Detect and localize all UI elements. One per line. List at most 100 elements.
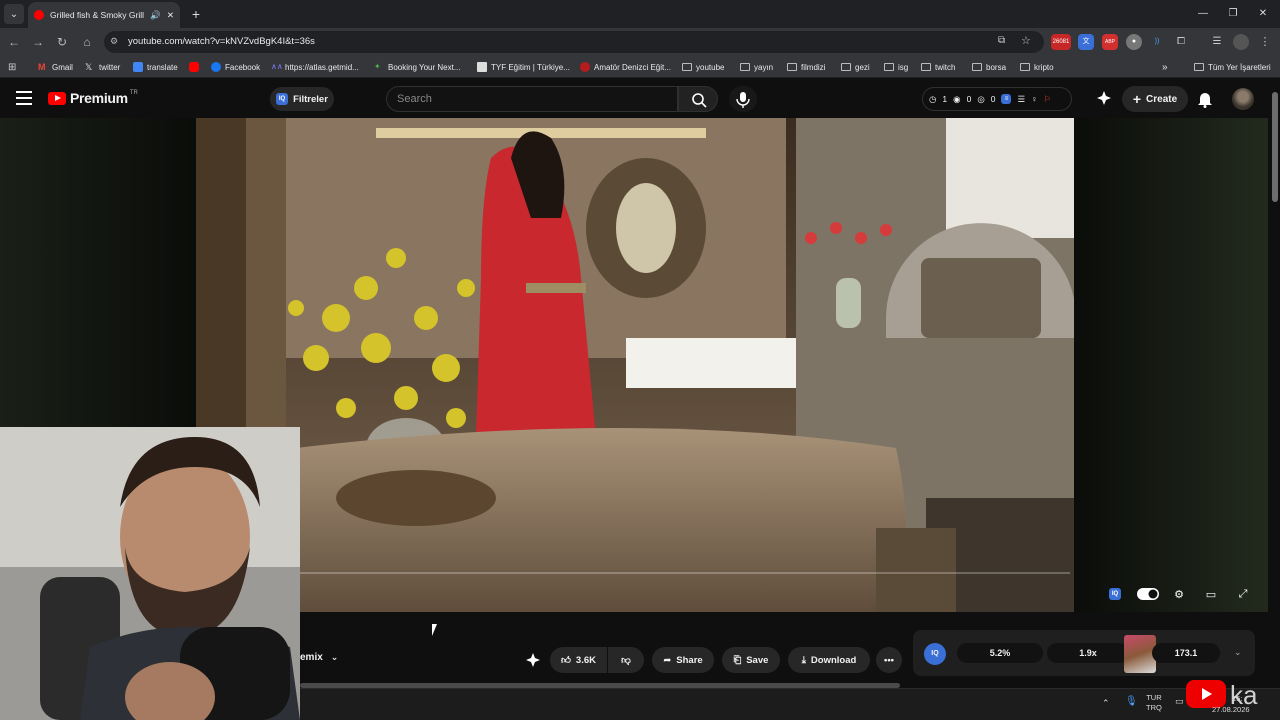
alert-icon[interactable]: ⚐ <box>1043 94 1051 105</box>
page-scrollbar-thumb[interactable] <box>1272 92 1278 202</box>
folder-isg[interactable]: isg <box>884 60 908 74</box>
bookmark-translate[interactable]: translate <box>133 60 178 74</box>
window-close-button[interactable]: ✕ <box>1248 4 1278 24</box>
tray-chevron-up-icon[interactable]: ⌃ <box>1102 698 1110 709</box>
tab-title: Grilled fish & Smoky Grilled <box>50 10 145 20</box>
like-button[interactable]: 👍︎ 3.6K <box>550 647 607 673</box>
autoplay-toggle[interactable] <box>1137 585 1159 603</box>
notifications-bell-icon[interactable] <box>1197 90 1213 108</box>
browser-tab-active[interactable]: Grilled fish & Smoky Grilled 🔊 ✕ <box>28 2 180 28</box>
video-progress-bar[interactable] <box>300 572 1070 574</box>
list-icon[interactable]: ☰ <box>1017 94 1025 105</box>
bookmark-booking[interactable]: ✦ Booking Your Next... <box>374 60 461 74</box>
bookmark-star-icon[interactable]: ☆ <box>1021 34 1031 47</box>
folder-yayin[interactable]: yayın <box>740 60 773 74</box>
download-button[interactable]: ⤓ Download <box>788 647 870 673</box>
folder-icon <box>884 63 894 71</box>
audio-playing-icon[interactable]: 🔊 <box>150 10 161 21</box>
extension-cookie-icon[interactable]: ● <box>1126 34 1142 50</box>
voice-search-button[interactable] <box>729 86 757 112</box>
adblock-icon[interactable]: ABP <box>1102 34 1118 50</box>
youtube-favicon-icon <box>34 10 44 20</box>
bookmark-youtube[interactable] <box>189 60 203 74</box>
restore-button[interactable]: ❐ <box>1218 4 1248 24</box>
create-button[interactable]: + Create <box>1122 86 1188 112</box>
share-button[interactable]: ➦ Share <box>652 647 714 673</box>
address-bar[interactable]: youtube.com/watch?v=kNVZvdBgK4I&t=36s <box>104 31 1044 53</box>
bookmark-atlas[interactable]: ᠎∧∧ https://atlas.getmid... <box>271 60 359 74</box>
iq-player-icon[interactable]: IQ <box>1106 585 1124 603</box>
network-icon[interactable]: ▭ <box>1175 696 1184 707</box>
extension-wave-icon[interactable]: )) <box>1149 34 1165 50</box>
bookmark-tyf[interactable]: TYF Eğitim | Türkiye... <box>477 60 570 74</box>
folder-youtube[interactable]: youtube <box>682 60 724 74</box>
youtube-premium-logo[interactable]: Premium TR <box>48 90 138 106</box>
facebook-icon <box>211 62 221 72</box>
eye-off-icon: ◎ <box>977 93 985 104</box>
folder-icon <box>841 63 851 71</box>
iq-icon[interactable]: ≡ <box>1001 94 1012 104</box>
search-button[interactable] <box>678 86 718 112</box>
account-avatar[interactable] <box>1232 88 1254 110</box>
more-horizontal-icon: ••• <box>884 654 894 666</box>
profile-avatar-icon[interactable] <box>1233 34 1249 50</box>
remix-sparkle-icon[interactable] <box>1096 90 1112 106</box>
install-app-icon[interactable]: ⧉ <box>998 35 1005 46</box>
remix-button[interactable]: emix ⌄ <box>300 652 338 663</box>
minimize-button[interactable]: — <box>1188 4 1218 24</box>
folder-kripto[interactable]: kripto <box>1020 60 1054 74</box>
bookmark-amator[interactable]: Amatör Denizci Eğit... <box>580 60 671 74</box>
microphone-tray-icon[interactable]: 🎙︎ <box>1125 696 1138 707</box>
more-actions-button[interactable]: ••• <box>876 647 902 673</box>
tab-close-icon[interactable]: ✕ <box>167 10 174 21</box>
reading-list-icon[interactable]: ☰ <box>1209 34 1225 50</box>
search-input[interactable]: Search <box>386 86 678 112</box>
hamburger-menu-icon[interactable] <box>16 91 32 105</box>
dislike-button[interactable]: 👎︎ <box>608 647 644 673</box>
mouse-cursor <box>432 624 442 636</box>
share-arrow-icon: ➦ <box>663 654 672 666</box>
youtube-logo-icon <box>48 91 66 105</box>
bookmark-gmail[interactable]: M Gmail <box>38 60 73 74</box>
extension-translate-icon[interactable]: 文 <box>1078 34 1094 50</box>
site-info-icon[interactable]: ⚙ <box>110 36 122 48</box>
theater-mode-icon[interactable]: ▭ <box>1202 585 1220 603</box>
home-button[interactable]: ⌂ <box>77 32 97 52</box>
folder-filmdizi[interactable]: filmdizi <box>787 60 825 74</box>
bookmarks-overflow-icon[interactable]: » <box>1162 60 1168 74</box>
iq-percent-pill: 5.2% <box>957 643 1043 663</box>
clock-icon: ◷ <box>929 93 937 104</box>
gmail-icon: M <box>38 62 46 72</box>
back-button[interactable]: ← <box>4 32 24 52</box>
extension-badge-icon[interactable]: 26081 <box>1051 34 1071 50</box>
chevron-down-icon[interactable]: ⌄ <box>1234 647 1242 658</box>
remix-sparkle-icon[interactable] <box>525 652 541 668</box>
video-frame[interactable] <box>196 118 1074 612</box>
iq-logo-icon[interactable]: IQ <box>924 643 946 665</box>
atlas-icon: ᠎∧∧ <box>271 62 283 71</box>
browser-menu-icon[interactable]: ⋮ <box>1257 34 1273 50</box>
filters-button[interactable]: IQ Filtreler <box>270 87 334 111</box>
x-icon: 𝕏 <box>85 62 93 72</box>
save-button[interactable]: ⎗ Save <box>722 647 780 673</box>
tab-search-button[interactable]: ⌄ <box>4 4 24 24</box>
fullscreen-icon[interactable]: ⤢ <box>1234 585 1252 603</box>
bookmark-facebook[interactable]: Facebook <box>211 60 260 74</box>
taskbar-date: 27.08.2026 <box>1212 705 1250 714</box>
kitchen-scene-image <box>196 118 1074 612</box>
all-bookmarks-folder[interactable]: Tüm Yer İşaretleri <box>1194 60 1271 74</box>
folder-borsa[interactable]: borsa <box>972 60 1006 74</box>
extensions-puzzle-icon[interactable]: ⧠ <box>1173 34 1189 50</box>
bookmark-twitter[interactable]: 𝕏twitter <box>85 60 120 74</box>
language-indicator[interactable]: TUR TRQ <box>1146 693 1162 713</box>
signal-icon[interactable]: ♀ <box>1031 94 1037 104</box>
forward-button[interactable]: → <box>28 32 48 52</box>
extension-stats-bar[interactable]: ◷ 1 ◉ 0 ◎ 0 ≡ ☰ ♀ ⚐ <box>922 87 1072 111</box>
new-tab-button[interactable]: + <box>186 4 206 24</box>
thumbs-up-icon: 👍︎ <box>560 655 571 666</box>
apps-grid-icon[interactable]: ⊞ <box>8 60 16 74</box>
folder-gezi[interactable]: gezi <box>841 60 870 74</box>
folder-twitch[interactable]: twitch <box>921 60 955 74</box>
reload-button[interactable]: ↻ <box>52 32 72 52</box>
settings-gear-icon[interactable]: ⚙ <box>1170 585 1188 603</box>
